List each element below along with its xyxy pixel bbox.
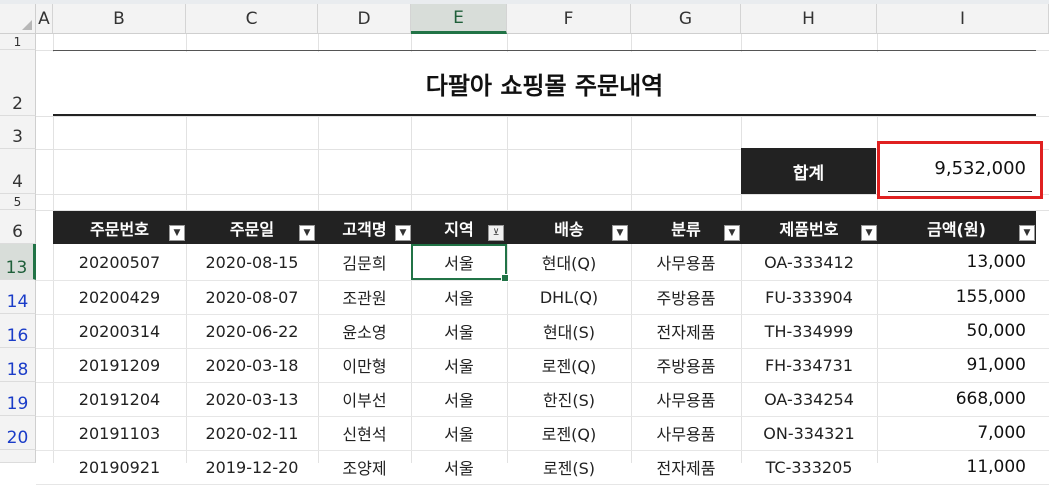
table-cell[interactable]: 서울 xyxy=(411,314,507,348)
row-header-partial[interactable] xyxy=(0,450,36,463)
table-cell[interactable]: 한진(S) xyxy=(507,382,631,416)
table-cell[interactable]: 주방용품 xyxy=(631,280,741,314)
table-cell[interactable]: DHL(Q) xyxy=(507,280,631,314)
table-cell[interactable]: 20191204 xyxy=(53,382,186,416)
header-order-no[interactable]: 주문번호 xyxy=(53,211,186,244)
table-cell[interactable]: 서울 xyxy=(411,280,507,314)
column-header-a[interactable]: A xyxy=(36,4,53,34)
row-header-20[interactable]: 20 xyxy=(0,416,36,450)
filter-dropdown-icon[interactable]: ▼ xyxy=(1019,225,1035,241)
table-cell[interactable]: 2020-03-18 xyxy=(186,348,318,382)
table-cell[interactable]: 현대(S) xyxy=(507,314,631,348)
active-cell-selection[interactable] xyxy=(411,244,509,282)
row-header-13[interactable]: 13 xyxy=(0,244,36,280)
filter-dropdown-icon[interactable]: ▼ xyxy=(169,225,185,241)
table-cell[interactable]: 7,000 xyxy=(877,416,1036,450)
filter-dropdown-icon[interactable]: ▼ xyxy=(861,225,877,241)
table-cell[interactable]: 로젠(S) xyxy=(507,450,631,484)
table-cell[interactable]: 로젠(Q) xyxy=(507,416,631,450)
table-cell[interactable]: 서울 xyxy=(411,348,507,382)
table-cell[interactable]: 20190921 xyxy=(53,450,186,484)
select-all-button[interactable] xyxy=(0,4,36,34)
table-cell[interactable]: ON-334321 xyxy=(741,416,877,450)
filter-dropdown-icon[interactable]: ▼ xyxy=(724,225,740,241)
table-cell[interactable]: 20191103 xyxy=(53,416,186,450)
column-header-e[interactable]: E xyxy=(411,4,507,34)
table-cell[interactable]: 사무용품 xyxy=(631,416,741,450)
table-cell[interactable]: 2020-03-13 xyxy=(186,382,318,416)
sheet-title[interactable]: 다팔아 쇼핑몰 주문내역 xyxy=(53,52,1036,114)
table-cell[interactable]: OA-334254 xyxy=(741,382,877,416)
table-cell[interactable]: 주방용품 xyxy=(631,348,741,382)
table-cell[interactable]: 서울 xyxy=(411,450,507,484)
table-cell[interactable]: 2020-02-11 xyxy=(186,416,318,450)
header-amount[interactable]: 금액(원) xyxy=(877,211,1036,244)
row-header-16[interactable]: 16 xyxy=(0,314,36,348)
row-header-18[interactable]: 18 xyxy=(0,348,36,382)
total-value: 9,532,000 xyxy=(934,158,1026,179)
filter-dropdown-icon[interactable]: ▼ xyxy=(395,225,411,241)
table-cell[interactable]: 13,000 xyxy=(877,244,1036,280)
table-cell[interactable]: 전자제품 xyxy=(631,314,741,348)
table-cell[interactable]: 전자제품 xyxy=(631,450,741,484)
table-cell[interactable]: 사무용품 xyxy=(631,382,741,416)
table-cell[interactable]: 668,000 xyxy=(877,382,1036,416)
table-cell[interactable]: 20191209 xyxy=(53,348,186,382)
table-cell[interactable]: 2020-06-22 xyxy=(186,314,318,348)
filter-applied-icon[interactable]: ⊻ xyxy=(488,225,504,241)
table-cell[interactable]: 50,000 xyxy=(877,314,1036,348)
table-cell[interactable]: 조양제 xyxy=(318,450,411,484)
row-header-5[interactable]: 5 xyxy=(0,194,36,210)
table-cell[interactable]: 이만형 xyxy=(318,348,411,382)
row-header-4[interactable]: 4 xyxy=(0,149,36,194)
table-cell[interactable]: 신현석 xyxy=(318,416,411,450)
column-header-f[interactable]: F xyxy=(507,4,631,34)
table-cell[interactable]: 김문희 xyxy=(318,244,411,280)
table-cell[interactable]: TH-334999 xyxy=(741,314,877,348)
column-header-i[interactable]: I xyxy=(877,4,1049,34)
row-header-19[interactable]: 19 xyxy=(0,382,36,416)
table-cell[interactable]: FU-333904 xyxy=(741,280,877,314)
row-header-1[interactable]: 1 xyxy=(0,34,36,50)
table-cell[interactable]: 20200507 xyxy=(53,244,186,280)
filter-dropdown-icon[interactable]: ▼ xyxy=(612,225,628,241)
table-cell[interactable]: FH-334731 xyxy=(741,348,877,382)
total-underline xyxy=(888,191,1032,192)
table-cell[interactable]: 현대(Q) xyxy=(507,244,631,280)
table-cell[interactable]: 윤소영 xyxy=(318,314,411,348)
row-header-14[interactable]: 14 xyxy=(0,280,36,314)
column-header-h[interactable]: H xyxy=(741,4,877,34)
table-cell[interactable]: 사무용품 xyxy=(631,244,741,280)
table-cell[interactable]: 서울 xyxy=(411,416,507,450)
table-cell[interactable]: 서울 xyxy=(411,382,507,416)
column-header-b[interactable]: B xyxy=(53,4,186,34)
table-cell[interactable]: OA-333412 xyxy=(741,244,877,280)
row-header-3[interactable]: 3 xyxy=(0,116,36,149)
row-header-6[interactable]: 6 xyxy=(0,210,36,244)
title-bottom-border xyxy=(53,114,1036,116)
table-cell[interactable]: 2020-08-15 xyxy=(186,244,318,280)
table-cell[interactable]: 20200314 xyxy=(53,314,186,348)
row-header-2[interactable]: 2 xyxy=(0,50,36,116)
title-top-border xyxy=(53,50,1036,51)
table-cell[interactable]: 2019-12-20 xyxy=(186,450,318,484)
table-cell[interactable]: TC-333205 xyxy=(741,450,877,484)
table-cell[interactable]: 로젠(Q) xyxy=(507,348,631,382)
column-header-c[interactable]: C xyxy=(186,4,318,34)
total-label[interactable]: 합계 xyxy=(741,148,876,194)
table-cell[interactable]: 155,000 xyxy=(877,280,1036,314)
column-header-g[interactable]: G xyxy=(631,4,741,34)
table-cell[interactable]: 조관원 xyxy=(318,280,411,314)
table-cell[interactable]: 20200429 xyxy=(53,280,186,314)
total-value-cell[interactable]: 9,532,000 xyxy=(877,141,1043,199)
column-header-d[interactable]: D xyxy=(318,4,411,34)
table-cell[interactable]: 이부선 xyxy=(318,382,411,416)
table-cell[interactable]: 11,000 xyxy=(877,450,1036,484)
table-cell[interactable]: 91,000 xyxy=(877,348,1036,382)
filter-dropdown-icon[interactable]: ▼ xyxy=(299,225,315,241)
table-cell[interactable]: 2020-08-07 xyxy=(186,280,318,314)
header-product-no[interactable]: 제품번호 xyxy=(741,211,877,244)
